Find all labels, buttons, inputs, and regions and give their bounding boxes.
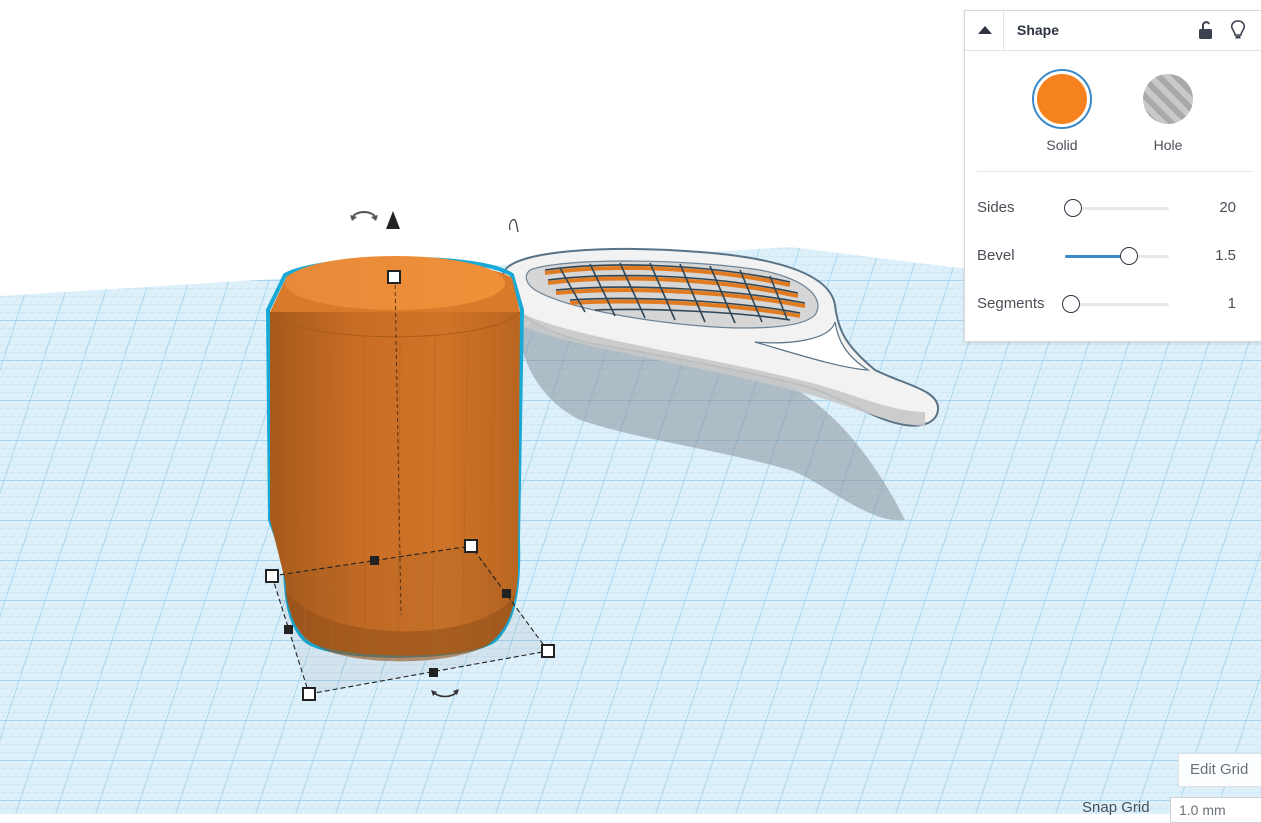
snap-grid-label: Snap Grid xyxy=(1082,799,1150,816)
sides-label: Sides xyxy=(977,199,1015,216)
hole-ring xyxy=(1138,69,1198,129)
solid-option[interactable]: Solid xyxy=(1022,69,1102,153)
segments-slider[interactable] xyxy=(1062,295,1169,313)
solid-selected-ring xyxy=(1032,69,1092,129)
shape-type-selector: Solid Hole xyxy=(965,51,1261,181)
center-handle[interactable] xyxy=(370,556,379,565)
segments-property: Segments 1 xyxy=(965,289,1261,319)
sides-value[interactable]: 20 xyxy=(1219,199,1236,216)
mouse-cursor-icon xyxy=(508,218,519,233)
solid-label: Solid xyxy=(1046,137,1078,153)
edit-grid-button[interactable]: Edit Grid xyxy=(1178,753,1261,787)
corner-handle-front-right[interactable] xyxy=(541,644,555,658)
height-handle[interactable] xyxy=(387,270,401,284)
hole-label: Hole xyxy=(1153,137,1183,153)
rotate-arrow-icon[interactable] xyxy=(350,211,378,221)
collapse-panel-button[interactable] xyxy=(965,11,1004,50)
edge-handle-right[interactable] xyxy=(502,589,511,598)
slider-knob[interactable] xyxy=(1064,199,1082,217)
unlock-icon[interactable] xyxy=(1196,19,1216,41)
lightbulb-icon[interactable] xyxy=(1228,19,1248,41)
solid-color-swatch[interactable] xyxy=(1037,74,1087,124)
corner-handle-front-left[interactable] xyxy=(302,687,316,701)
panel-header: Shape xyxy=(965,11,1261,51)
snap-grid-select[interactable]: 1.0 mm xyxy=(1170,797,1261,823)
panel-title: Shape xyxy=(1017,22,1060,38)
bevel-label: Bevel xyxy=(977,247,1015,264)
bevel-slider[interactable] xyxy=(1065,247,1169,265)
segments-value[interactable]: 1 xyxy=(1228,295,1236,312)
bevel-property: Bevel 1.5 xyxy=(965,241,1261,271)
hole-swatch[interactable] xyxy=(1143,74,1193,124)
collapse-triangle-icon xyxy=(978,26,992,34)
panel-divider xyxy=(977,171,1253,172)
slider-knob[interactable] xyxy=(1120,247,1138,265)
sides-slider[interactable] xyxy=(1064,199,1169,217)
shape-inspector-panel: Shape Solid Hole Sides 20 Bevel 1.5 Segm… xyxy=(964,10,1261,342)
sides-property: Sides 20 xyxy=(965,193,1261,223)
lift-cone-icon[interactable] xyxy=(386,211,400,229)
bevel-value[interactable]: 1.5 xyxy=(1215,247,1236,264)
segments-label: Segments xyxy=(977,295,1045,312)
corner-handle-back-right[interactable] xyxy=(464,539,478,553)
edge-handle-left[interactable] xyxy=(284,625,293,634)
slider-track xyxy=(1065,303,1169,306)
hole-option[interactable]: Hole xyxy=(1128,69,1208,153)
corner-handle-back-left[interactable] xyxy=(265,569,279,583)
slider-knob[interactable] xyxy=(1062,295,1080,313)
edge-handle-front[interactable] xyxy=(429,668,438,677)
